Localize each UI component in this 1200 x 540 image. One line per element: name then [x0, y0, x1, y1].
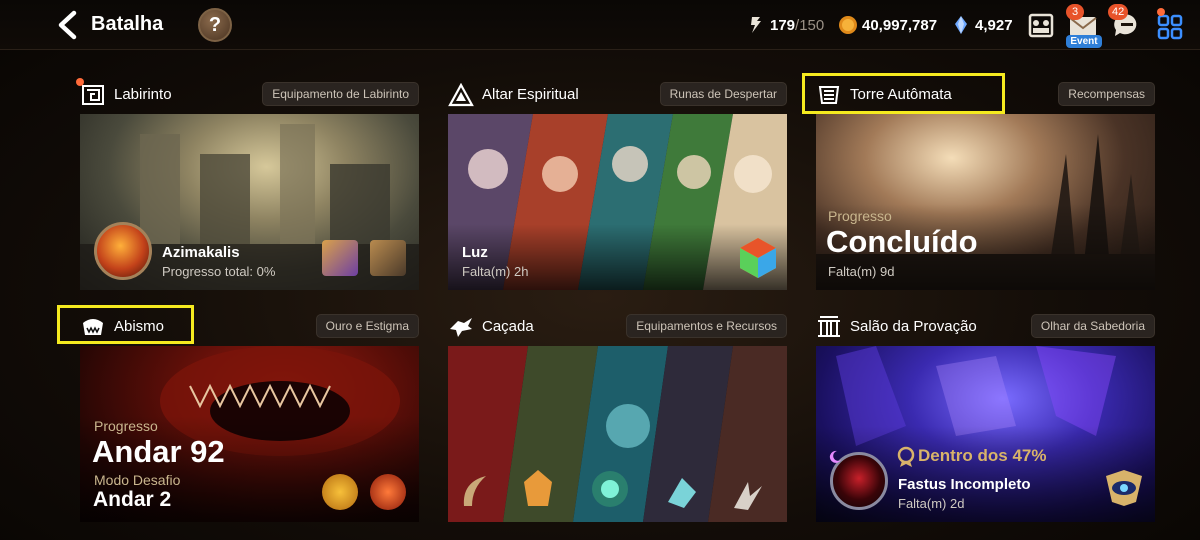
labyrinth-notification-dot: [76, 78, 84, 86]
time-left: Falta(m) 2h: [462, 264, 529, 279]
help-icon[interactable]: ?: [198, 8, 232, 42]
altar-art[interactable]: Luz Falta(m) 2h: [448, 114, 787, 290]
labyrinth-icon: [82, 85, 104, 105]
menu-button[interactable]: [1153, 8, 1187, 42]
card-header: Labirinto Equipamento de Labirinto: [76, 78, 419, 110]
card-header: Abismo Ouro e Estigma: [80, 312, 419, 342]
card-title: Abismo: [114, 318, 165, 335]
card-title: Caçada: [482, 318, 534, 335]
reward-tag[interactable]: Runas de Despertar: [659, 82, 787, 106]
reward-tag[interactable]: Equipamentos e Recursos: [626, 314, 787, 338]
rainbow-rune-icon[interactable]: [738, 236, 778, 280]
card-header: Caçada Equipamentos e Recursos: [448, 312, 787, 342]
progress-text: Progresso total: 0%: [162, 264, 276, 279]
stamina-value: 179: [770, 16, 796, 34]
boss-name: Fastus Incompleto: [898, 476, 1031, 493]
tower-art[interactable]: Progresso Concluído Falta(m) 9d: [816, 114, 1155, 290]
labyrinth-art[interactable]: Azimakalis Progresso total: 0%: [80, 114, 419, 290]
trial-hall-art[interactable]: Dentro dos 47% Fastus Incompleto Falta(m…: [816, 346, 1155, 522]
challenge-label: Modo Desafio: [94, 472, 181, 488]
stigma-reward-icon[interactable]: [370, 474, 406, 510]
rank-text: Dentro dos 47%: [918, 446, 1047, 465]
element-name: Luz: [462, 244, 488, 261]
altar-triangle-icon: [448, 83, 474, 107]
abyss-floor: Andar 92: [92, 434, 225, 469]
chat-button[interactable]: 42: [1108, 4, 1144, 42]
gold-reward-icon[interactable]: [322, 474, 358, 510]
amber-material-icon: [524, 470, 552, 506]
event-tag[interactable]: Event: [1066, 35, 1102, 48]
abyss-monster-icon: [83, 319, 103, 335]
chat-badge: 42: [1108, 4, 1129, 20]
progress-label: Progresso: [94, 418, 158, 434]
skystone-value: 4,927: [975, 16, 1013, 34]
trial-hall-icon: [818, 316, 840, 337]
skystone-icon: [955, 16, 967, 34]
card-salao-da-provacao: Salão da Provação Olhar da Sabedoria Den…: [816, 312, 1155, 522]
item-thumb-1[interactable]: [322, 240, 358, 276]
gold-coin-icon: [839, 16, 857, 34]
card-header: Torre Autômata Recompensas: [816, 80, 1155, 110]
moon-icon: [829, 450, 841, 463]
reward-tag[interactable]: Equipamento de Labirinto: [262, 82, 419, 106]
time-left: Falta(m) 9d: [828, 264, 895, 279]
reward-tag[interactable]: Recompensas: [1058, 82, 1155, 106]
hunt-art[interactable]: [448, 346, 787, 522]
gold-counter[interactable]: 40,997,787: [838, 13, 937, 37]
wisdom-eye-icon[interactable]: [1102, 468, 1146, 508]
art-shade: [448, 224, 787, 290]
tower-status: Concluído: [826, 224, 978, 259]
card-title: Salão da Provação: [850, 318, 977, 335]
card-cacada: Caçada Equipamentos e Recursos: [448, 312, 787, 522]
card-title: Torre Autômata: [850, 86, 952, 103]
boss-name: Azimakalis: [162, 244, 240, 261]
time-left: Falta(m) 2d: [898, 496, 965, 511]
rank-medal-icon: [897, 446, 915, 467]
progress-label: Progresso: [828, 208, 892, 224]
challenge-floor: Andar 2: [93, 488, 172, 511]
team-icon[interactable]: [1024, 8, 1058, 42]
card-header: Salão da Provação Olhar da Sabedoria: [816, 312, 1155, 342]
card-labirinto: Labirinto Equipamento de Labirinto Azima…: [76, 78, 419, 290]
fang-material-icon: [734, 482, 762, 510]
skystone-counter[interactable]: 4,927: [951, 13, 1013, 37]
reward-tag[interactable]: Ouro e Estigma: [315, 314, 419, 338]
abyss-art[interactable]: Progresso Andar 92 Modo Desafio Andar 2: [80, 346, 419, 522]
reward-tag[interactable]: Olhar da Sabedoria: [1030, 314, 1155, 338]
stamina-icon: [751, 17, 761, 33]
top-bar: Batalha ? 179 /150 40,997,787 4,927 3 Ev…: [0, 0, 1200, 50]
card-title: Labirinto: [114, 86, 172, 103]
item-thumb-2[interactable]: [370, 240, 406, 276]
back-arrow-icon[interactable]: [54, 10, 84, 40]
stamina-counter[interactable]: 179 /150: [746, 13, 824, 37]
card-torre-automata: Torre Autômata Recompensas Progresso Con…: [816, 80, 1155, 290]
automaton-tower-icon: [818, 86, 840, 104]
stamina-max: /150: [795, 16, 825, 34]
gold-value: 40,997,787: [862, 16, 938, 34]
card-header: Altar Espiritual Runas de Despertar: [448, 80, 787, 110]
claw-material-icon: [463, 476, 486, 506]
crystal-material-icon: [668, 478, 696, 508]
card-abismo: Abismo Ouro e Estigma Progresso Andar 92…: [80, 312, 419, 522]
dragon-head-icon: [450, 318, 472, 337]
card-altar-espiritual: Altar Espiritual Runas de Despertar Luz …: [448, 80, 787, 290]
boss-portrait: [94, 222, 152, 280]
card-title: Altar Espiritual: [482, 86, 579, 103]
page-title: Batalha: [91, 13, 164, 35]
mail-badge: 3: [1066, 4, 1084, 20]
rune-material-icon: [592, 471, 628, 507]
menu-notification-dot: [1157, 8, 1165, 16]
